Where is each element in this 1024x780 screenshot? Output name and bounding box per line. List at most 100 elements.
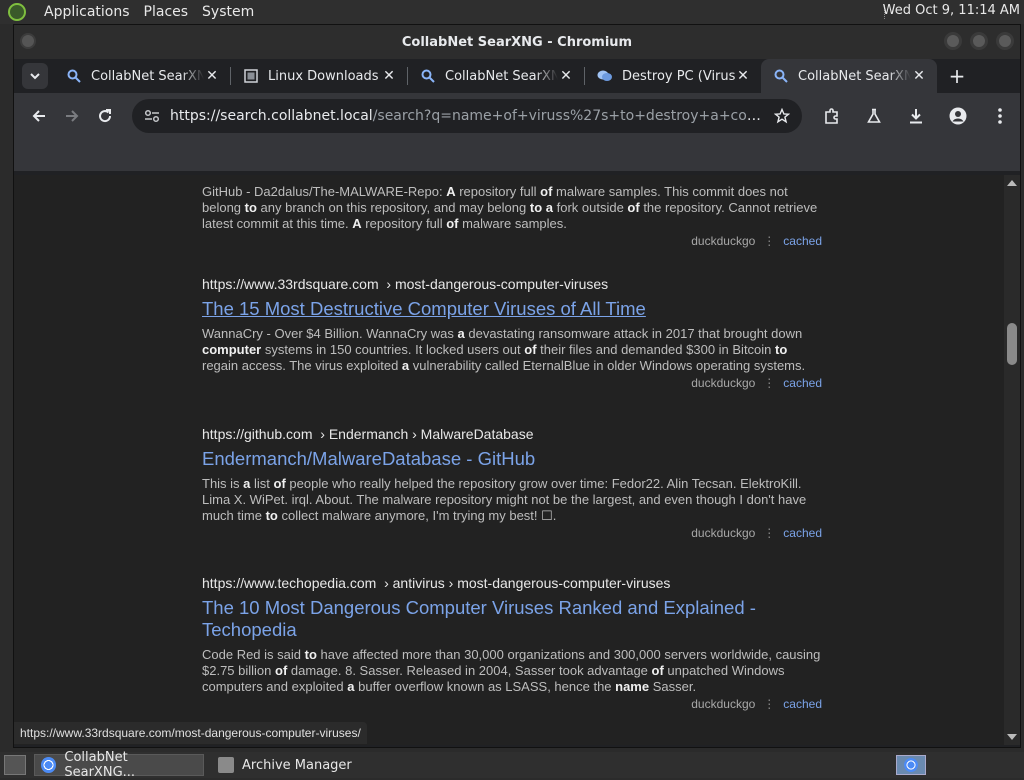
workspace-switcher[interactable] <box>896 755 926 775</box>
tab-search-button[interactable] <box>22 63 48 89</box>
result-url[interactable]: https://www.33rdsquare.com › most-danger… <box>202 276 822 292</box>
close-tab-icon[interactable]: ✕ <box>381 68 397 84</box>
tab-label: CollabNet SearXNG <box>91 68 204 84</box>
more-vertical-icon[interactable]: ⋮ <box>763 376 775 390</box>
result-snippet: WannaCry - Over $4 Billion. WannaCry was… <box>202 326 806 373</box>
tab-label: Destroy PC (Virus) <box>622 68 735 84</box>
taskbar: CollabNet SearXNG... Archive Manager <box>0 750 1024 780</box>
top-panel: Applications Places System Wed Oct 9, 11… <box>0 0 1024 24</box>
result-snippet: This is a list of people who really help… <box>202 476 807 523</box>
result-url[interactable]: https://github.com › Endermanch › Malwar… <box>202 426 822 442</box>
applications-menu[interactable]: Applications <box>44 4 130 20</box>
url-text[interactable]: https://search.collabnet.local/search?q=… <box>170 108 774 124</box>
result-title-link[interactable]: The 10 Most Dangerous Computer Viruses R… <box>202 597 822 641</box>
window-menu-icon[interactable] <box>20 33 36 49</box>
profile-button[interactable] <box>942 100 974 132</box>
downloads-button[interactable] <box>900 100 932 132</box>
browser-window: CollabNet SearXNG - Chromium CollabNet S… <box>13 24 1021 748</box>
chromium-icon <box>904 758 918 772</box>
extensions-button[interactable] <box>816 100 848 132</box>
window-titlebar[interactable]: CollabNet SearXNG - Chromium <box>14 25 1020 59</box>
arrow-left-icon <box>32 110 45 122</box>
page-content: GitHub - Da2dalus/The-MALWARE-Repo: A re… <box>14 175 1004 745</box>
search-result: https://www.techopedia.com › antivirus ›… <box>202 575 822 711</box>
cached-link[interactable]: cached <box>783 234 822 248</box>
download-icon <box>909 109 922 124</box>
result-title-link[interactable]: The 15 Most Destructive Computer Viruses… <box>202 298 822 320</box>
result-engine: duckduckgo <box>691 697 756 711</box>
result-engine: duckduckgo <box>691 526 756 540</box>
bookmark-star-icon[interactable] <box>773 108 790 124</box>
taskbar-item-archive-manager[interactable]: Archive Manager <box>212 754 382 776</box>
window-title: CollabNet SearXNG - Chromium <box>401 34 633 50</box>
result-title-link[interactable]: Endermanch/MalwareDatabase - GitHub <box>202 448 822 470</box>
back-button[interactable] <box>24 100 53 132</box>
close-tab-icon[interactable]: ✕ <box>911 68 927 84</box>
minimize-button[interactable] <box>944 32 962 50</box>
cached-link[interactable]: cached <box>783 526 822 540</box>
result-engine: duckduckgo <box>691 376 756 390</box>
url-path: /search?q=name+of+viruss%27s+to+destroy+… <box>372 108 774 124</box>
search-result: GitHub - Da2dalus/The-MALWARE-Repo: A re… <box>202 178 822 248</box>
show-desktop-button[interactable] <box>4 755 26 775</box>
tab-collabnet-active[interactable]: CollabNet SearXNG ✕ <box>761 59 937 93</box>
taskbar-item-label: CollabNet SearXNG... <box>64 750 136 780</box>
reload-icon <box>99 109 112 123</box>
browser-menu-button[interactable] <box>984 100 1016 132</box>
more-vertical-icon <box>998 108 1002 124</box>
tab-destroy-pc[interactable]: Destroy PC (Virus) ✕ <box>585 59 761 93</box>
chevron-down-icon <box>30 72 40 79</box>
puzzle-icon <box>825 108 838 124</box>
scroll-down-icon[interactable] <box>1007 734 1017 740</box>
browser-toolbar: https://search.collabnet.local/search?q=… <box>14 93 1020 139</box>
flask-icon <box>867 108 881 123</box>
maximize-button[interactable] <box>970 32 988 50</box>
tab-linux-downloads[interactable]: Linux Downloads ✕ <box>231 59 407 93</box>
places-menu[interactable]: Places <box>144 4 189 20</box>
cached-link[interactable]: cached <box>783 376 822 390</box>
search-result: https://github.com › Endermanch › Malwar… <box>202 426 822 540</box>
result-meta: duckduckgo ⋮ cached <box>202 234 822 248</box>
bookmark-bar <box>14 139 1020 171</box>
url-host: https://search.collabnet.local <box>169 108 373 124</box>
labs-button[interactable] <box>858 100 890 132</box>
close-tab-icon[interactable]: ✕ <box>558 68 574 84</box>
tab-collabnet-1[interactable]: CollabNet SearXNG ✕ <box>54 59 230 93</box>
result-snippet: GitHub - Da2dalus/The-MALWARE-Repo: A re… <box>202 184 818 231</box>
page-icon <box>243 68 259 84</box>
result-url[interactable]: https://www.techopedia.com › antivirus ›… <box>202 575 822 591</box>
search-icon <box>420 68 436 84</box>
result-meta: duckduckgo ⋮ cached <box>202 376 822 390</box>
more-vertical-icon[interactable]: ⋮ <box>763 234 775 248</box>
tab-label: CollabNet SearXNG <box>445 68 558 84</box>
system-logo-icon[interactable] <box>8 3 26 21</box>
taskbar-item-chromium[interactable]: CollabNet SearXNG... <box>34 750 204 780</box>
tab-strip: CollabNet SearXNG ✕ Linux Downloads ✕ Co… <box>14 59 1020 93</box>
system-menu[interactable]: System <box>202 4 254 20</box>
search-icon <box>773 68 789 84</box>
more-vertical-icon[interactable]: ⋮ <box>763 526 775 540</box>
avatar-icon <box>949 107 967 125</box>
cached-link[interactable]: cached <box>783 697 822 711</box>
close-window-button[interactable] <box>996 32 1014 50</box>
tab-collabnet-2[interactable]: CollabNet SearXNG ✕ <box>408 59 584 93</box>
close-tab-icon[interactable]: ✕ <box>204 68 220 84</box>
site-info-icon[interactable] <box>144 109 160 123</box>
chromium-icon <box>41 757 57 773</box>
tab-label: CollabNet SearXNG <box>798 68 911 84</box>
new-tab-button[interactable]: + <box>943 62 971 90</box>
link-status-bar: https://www.33rdsquare.com/most-dangerou… <box>14 722 367 744</box>
forward-button[interactable] <box>57 100 86 132</box>
clock[interactable]: Wed Oct 9, 11:14 AM <box>883 3 1020 18</box>
scrollbar-thumb[interactable] <box>1007 323 1017 365</box>
scroll-up-icon[interactable] <box>1007 180 1017 186</box>
reload-button[interactable] <box>91 100 120 132</box>
archive-icon <box>218 757 234 773</box>
page-scrollbar[interactable] <box>1004 175 1020 745</box>
close-tab-icon[interactable]: ✕ <box>735 68 751 84</box>
address-bar[interactable]: https://search.collabnet.local/search?q=… <box>131 99 802 133</box>
more-vertical-icon[interactable]: ⋮ <box>763 697 775 711</box>
result-engine: duckduckgo <box>691 234 756 248</box>
arrow-right-icon <box>65 110 79 122</box>
chat-icon <box>597 68 613 84</box>
